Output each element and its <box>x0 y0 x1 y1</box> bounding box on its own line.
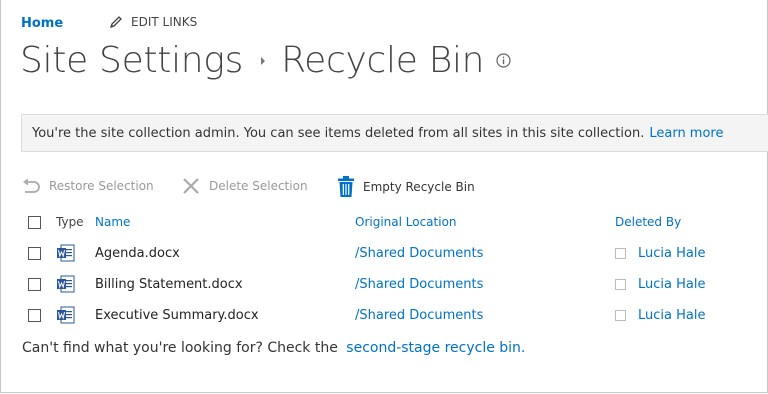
delete-selection-label: Delete Selection <box>209 179 308 193</box>
breadcrumb-site-settings[interactable]: Site Settings <box>20 40 243 81</box>
delete-x-icon <box>183 178 199 194</box>
toolbar: Restore Selection Delete Selection Empty… <box>21 176 541 200</box>
admin-notice-bar: You're the site collection admin. You ca… <box>21 114 768 152</box>
row-checkbox-cell <box>28 242 41 264</box>
deleted-by-cell: Lucia Hale <box>615 273 705 295</box>
delete-selection-button[interactable]: Delete Selection <box>181 178 308 194</box>
breadcrumb-current: Recycle Bin <box>281 40 485 81</box>
edit-links-button[interactable]: EDIT LINKS <box>109 15 197 29</box>
empty-recycle-bin-label: Empty Recycle Bin <box>363 180 475 194</box>
original-location-link[interactable]: /Shared Documents <box>355 246 483 261</box>
file-name: Agenda.docx <box>95 245 180 261</box>
deleted-by-cell: Lucia Hale <box>615 242 705 264</box>
page-title: Site Settings Recycle Bin <box>20 40 511 81</box>
original-location-link[interactable]: /Shared Documents <box>355 277 483 292</box>
info-icon[interactable] <box>496 53 511 68</box>
file-name: Executive Summary.docx <box>95 307 259 323</box>
location-cell: /Shared Documents <box>355 242 483 264</box>
deleted-by-cell: Lucia Hale <box>615 304 705 326</box>
table-row: Executive Summary.docx /Shared Documents… <box>0 304 768 326</box>
deleted-by-user-link[interactable]: Lucia Hale <box>638 246 705 261</box>
file-name: Billing Statement.docx <box>95 276 243 292</box>
type-cell <box>56 242 76 264</box>
presence-indicator <box>615 309 626 321</box>
type-cell <box>56 273 76 295</box>
original-location-link[interactable]: /Shared Documents <box>355 308 483 323</box>
undo-icon <box>23 178 40 193</box>
pencil-icon <box>109 16 122 29</box>
word-doc-icon <box>57 306 75 324</box>
select-all-cell <box>28 211 41 233</box>
column-header-original-location[interactable]: Original Location <box>355 211 457 233</box>
learn-more-link[interactable]: Learn more <box>649 126 723 141</box>
select-all-checkbox[interactable] <box>28 215 41 229</box>
column-header-type: Type <box>56 215 84 229</box>
footer-help: Can't find what you're looking for? Chec… <box>22 340 525 356</box>
row-checkbox[interactable] <box>28 308 41 322</box>
restore-selection-label: Restore Selection <box>49 179 154 193</box>
notice-text: You're the site collection admin. You ca… <box>32 125 645 141</box>
table-header: Type Name Original Location Deleted By <box>0 211 768 233</box>
type-cell <box>56 304 76 326</box>
table-row: Agenda.docx /Shared Documents Lucia Hale <box>0 242 768 264</box>
presence-indicator <box>615 278 626 290</box>
empty-recycle-bin-button[interactable]: Empty Recycle Bin <box>337 176 475 198</box>
trash-can-icon <box>338 176 354 197</box>
table-row: Billing Statement.docx /Shared Documents… <box>0 273 768 295</box>
edit-links-label: EDIT LINKS <box>131 15 198 29</box>
row-checkbox[interactable] <box>28 277 41 291</box>
column-header-deleted-by[interactable]: Deleted By <box>615 211 681 233</box>
presence-indicator <box>615 247 626 259</box>
breadcrumb-separator-icon <box>259 55 267 67</box>
row-checkbox-cell <box>28 304 41 326</box>
deleted-by-user-link[interactable]: Lucia Hale <box>638 308 705 323</box>
row-checkbox[interactable] <box>28 246 41 260</box>
word-doc-icon <box>57 275 75 293</box>
location-cell: /Shared Documents <box>355 273 483 295</box>
row-checkbox-cell <box>28 273 41 295</box>
deleted-by-user-link[interactable]: Lucia Hale <box>638 277 705 292</box>
location-cell: /Shared Documents <box>355 304 483 326</box>
word-doc-icon <box>57 244 75 262</box>
column-header-name[interactable]: Name <box>95 211 130 233</box>
second-stage-recycle-bin-link[interactable]: second-stage recycle bin. <box>346 340 525 356</box>
home-link[interactable]: Home <box>21 16 63 31</box>
footer-text: Can't find what you're looking for? Chec… <box>22 340 338 356</box>
restore-selection-button[interactable]: Restore Selection <box>21 178 154 194</box>
top-nav: Home EDIT LINKS <box>21 14 197 32</box>
